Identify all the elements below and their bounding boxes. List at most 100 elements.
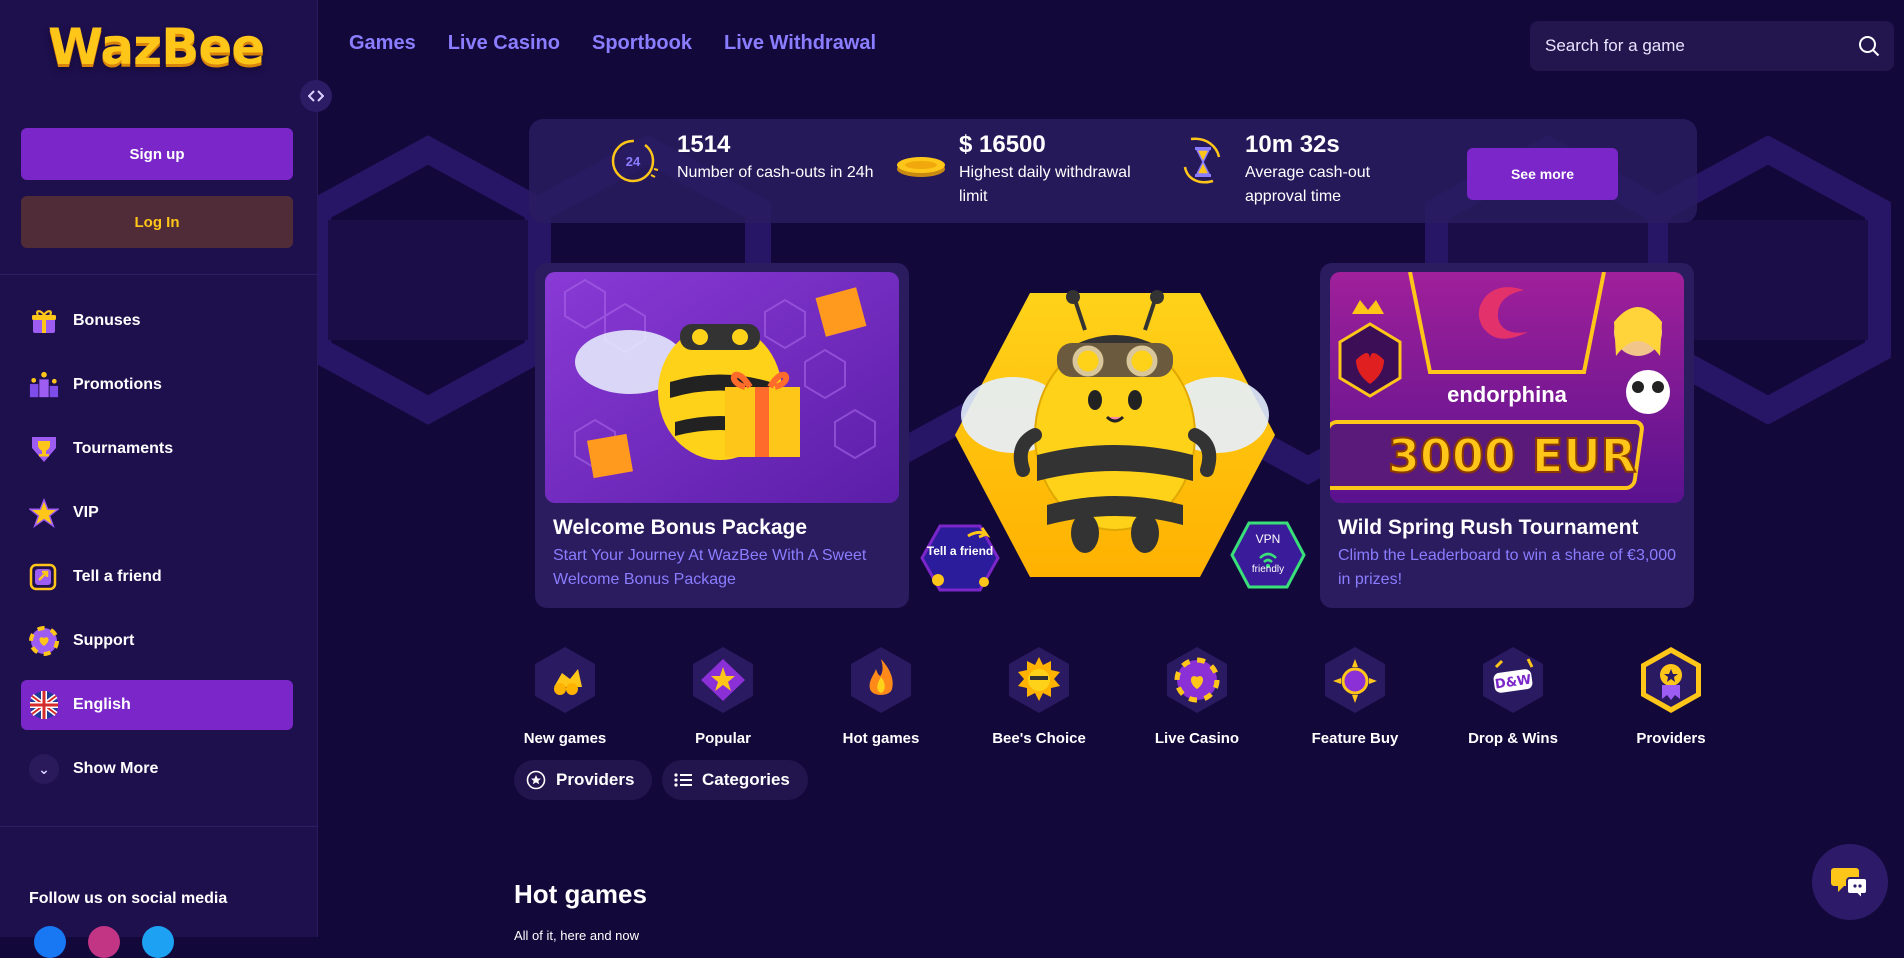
feature-buy-icon (1325, 647, 1385, 713)
category-label: Hot games (842, 730, 920, 747)
clock-24-text: 24 (626, 154, 641, 169)
stat-value: 1514 (677, 131, 731, 158)
endorphina-logo-text: endorphina (1447, 382, 1568, 407)
sidebar-item-label: English (73, 696, 131, 713)
chevron-down-icon: ⌄ (29, 754, 59, 784)
new-games-icon (535, 647, 595, 713)
tell-a-friend-text: Tell a friend (926, 544, 994, 558)
welcome-bonus-image (545, 272, 899, 503)
sidebar-nav: Bonuses Promotions Tournaments VIP Tell … (21, 296, 293, 808)
star-circle-icon (526, 770, 546, 790)
wazbee-logo[interactable]: WazBee (48, 18, 265, 76)
stat-value: 10m 32s (1245, 131, 1340, 158)
promo-title: Welcome Bonus Package (553, 516, 808, 539)
promo-card-welcome[interactable]: Welcome Bonus Package Start Your Journey… (535, 263, 909, 608)
vpn-friendly-badge: VPN friendly (1230, 520, 1306, 590)
pill-label: Providers (556, 770, 635, 789)
sidebar-item-label: VIP (73, 504, 99, 521)
stat-withdrawal-limit: $ 16500 Highest daily withdrawal limit (895, 131, 1159, 209)
logo-text-mid: z (133, 18, 162, 76)
categories-pill[interactable]: Categories (662, 760, 808, 800)
category-label: Feature Buy (1311, 730, 1399, 747)
nav-sportbook[interactable]: Sportbook (592, 32, 692, 55)
nav-games[interactable]: Games (349, 32, 416, 55)
sidebar-item-label: Promotions (73, 376, 162, 393)
sidebar-divider-bottom (0, 826, 318, 827)
share-icon (29, 562, 59, 592)
section-subtitle: All of it, here and now (514, 928, 640, 943)
tell-a-friend-badge[interactable]: Tell a friend (920, 522, 1000, 594)
social-title: Follow us on social media (29, 890, 228, 907)
list-icon (674, 773, 692, 787)
prize-amount-text: 3000 EUR (1388, 429, 1636, 483)
sidebar-item-label: Support (73, 632, 135, 649)
signup-button[interactable]: Sign up (21, 128, 293, 180)
nav-live-casino[interactable]: Live Casino (448, 32, 560, 55)
category-feature-buy[interactable]: Feature Buy (1300, 645, 1410, 747)
instagram-icon[interactable] (88, 926, 120, 958)
category-bees-choice[interactable]: Bee's Choice (984, 645, 1094, 747)
login-button[interactable]: Log In (21, 196, 293, 248)
sidebar: WazBee Sign up Log In Bonuses Promotions… (0, 0, 318, 958)
sidebar-item-show-more[interactable]: ⌄ Show More (21, 744, 293, 794)
sidebar-item-language[interactable]: English (21, 680, 293, 730)
providers-badge-icon (1641, 647, 1701, 713)
sidebar-item-tell-a-friend[interactable]: Tell a friend (21, 552, 293, 602)
category-label: Providers (1636, 730, 1706, 747)
category-label: Live Casino (1154, 730, 1240, 747)
bee-badge-icon (1009, 647, 1069, 713)
logo-text-right: Bee (161, 18, 265, 76)
stat-approval-time: 10m 32s Average cash-out approval time (1177, 131, 1415, 209)
category-drop-wins[interactable]: D&W Drop & Wins (1458, 645, 1568, 747)
see-more-button[interactable]: See more (1467, 148, 1618, 200)
gift-icon (29, 306, 59, 336)
lifebuoy-icon (29, 626, 59, 656)
promo-card-tournament[interactable]: endorphina 3000 EUR Wild Spring Rush Tou… (1320, 263, 1694, 608)
collapse-arrows-icon (308, 90, 324, 102)
category-label: Drop & Wins (1468, 730, 1558, 747)
category-label: Popular (695, 730, 751, 747)
category-new-games[interactable]: New games (510, 645, 620, 747)
stat-label: Highest daily withdrawal limit (959, 164, 1131, 205)
sidebar-item-vip[interactable]: VIP (21, 488, 293, 538)
stat-value: $ 16500 (959, 131, 1046, 158)
providers-pill[interactable]: Providers (514, 760, 653, 800)
chat-bubbles-icon (1831, 868, 1868, 900)
collapse-sidebar-button[interactable] (300, 80, 332, 112)
sidebar-item-label: Tournaments (73, 440, 174, 457)
sidebar-item-label: Bonuses (73, 312, 141, 329)
category-popular[interactable]: Popular (668, 645, 778, 747)
casino-chip-icon (1167, 647, 1227, 713)
friendly-text: friendly (1251, 564, 1285, 575)
sidebar-divider (0, 274, 318, 275)
category-live-casino[interactable]: Live Casino (1142, 645, 1252, 747)
sidebar-item-bonuses[interactable]: Bonuses (21, 296, 293, 346)
sidebar-item-tournaments[interactable]: Tournaments (21, 424, 293, 474)
search-icon[interactable] (1858, 35, 1880, 57)
category-label: New games (523, 730, 607, 747)
twitter-icon[interactable] (142, 926, 174, 958)
sidebar-item-support[interactable]: Support (21, 616, 293, 666)
popular-star-icon (693, 647, 753, 713)
search-input[interactable] (1545, 36, 1845, 56)
top-nav: Games Live Casino Sportbook Live Withdra… (349, 32, 876, 55)
sidebar-item-label: Show More (73, 760, 159, 777)
vpn-text: VPN (1255, 532, 1281, 546)
stat-label: Average cash-out approval time (1245, 164, 1371, 205)
chat-support-button[interactable] (1812, 844, 1888, 920)
stat-cashouts: 24 1514 Number of cash-outs in 24h (607, 131, 877, 187)
category-hot-games[interactable]: Hot games (826, 645, 936, 747)
category-providers[interactable]: Providers (1616, 645, 1726, 747)
nav-live-withdrawal[interactable]: Live Withdrawal (724, 32, 876, 55)
coin-stack-icon (897, 157, 945, 177)
trophy-icon (29, 434, 59, 464)
facebook-icon[interactable] (34, 926, 66, 958)
flame-icon (851, 647, 911, 713)
sidebar-item-label: Tell a friend (73, 568, 162, 585)
promo-description: Climb the Leaderboard to win a share of … (1338, 547, 1676, 588)
pill-label: Categories (702, 770, 790, 789)
podium-icon (29, 370, 59, 400)
sidebar-item-promotions[interactable]: Promotions (21, 360, 293, 410)
promo-description: Start Your Journey At WazBee With A Swee… (553, 547, 867, 588)
promo-title: Wild Spring Rush Tournament (1338, 516, 1639, 539)
